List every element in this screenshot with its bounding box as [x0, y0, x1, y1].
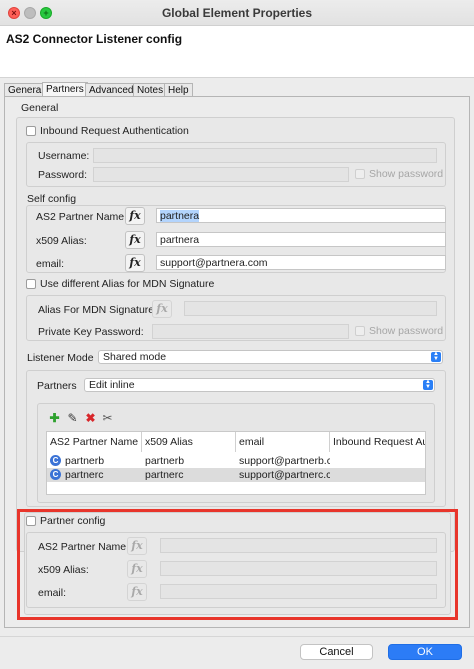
column-header-email[interactable]: email: [236, 432, 330, 452]
self-partner-name-field[interactable]: partnera: [156, 208, 446, 223]
username-label: Username:: [38, 150, 90, 162]
private-key-password-field[interactable]: [152, 324, 349, 339]
use-different-alias-checkbox[interactable]: [26, 279, 36, 289]
cancel-button[interactable]: Cancel: [300, 644, 373, 660]
ok-button[interactable]: OK: [388, 644, 462, 660]
listener-mode-dropdown-icon[interactable]: ▲ ▼: [431, 351, 441, 362]
tab-advanced[interactable]: Advanced: [85, 83, 138, 97]
password-field[interactable]: [93, 167, 349, 182]
table-cell-alias: partnerc: [145, 469, 184, 481]
tools-icon[interactable]: ✂: [101, 412, 114, 425]
password-label: Password:: [38, 169, 88, 181]
table-row[interactable]: C partnerb partnerb support@partnerb.com: [47, 454, 425, 468]
dialog-header-title: AS2 Connector Listener config: [6, 32, 183, 46]
table-row[interactable]: C partnerc partnerc support@partnerc.com: [47, 468, 425, 482]
self-x509-alias-field[interactable]: partnera: [156, 232, 446, 247]
use-different-alias-label: Use different Alias for MDN Signature: [40, 278, 215, 290]
partner-row-icon: C: [50, 455, 61, 466]
inbound-auth-checkbox[interactable]: [26, 126, 36, 136]
window-title: Global Element Properties: [161, 6, 313, 20]
partners-label: Partners: [37, 380, 77, 392]
show-password-label: Show password: [369, 168, 444, 180]
table-cell-alias: partnerb: [145, 455, 185, 467]
self-email-label: email:: [36, 258, 65, 270]
column-header-x509-alias[interactable]: x509 Alias: [142, 432, 236, 452]
partners-table: AS2 Partner Name x509 Alias email Inboun…: [46, 431, 426, 495]
column-header-partner-name[interactable]: AS2 Partner Name: [47, 432, 142, 452]
self-email-fx-button[interactable]: fx: [125, 254, 145, 272]
partners-value: Edit inline: [89, 379, 135, 391]
listener-mode-select[interactable]: Shared mode: [98, 350, 443, 364]
delete-icon[interactable]: ✖: [84, 412, 97, 425]
mdn-show-password-label: Show password: [369, 325, 444, 337]
column-header-inbound-auth[interactable]: Inbound Request Auth: [330, 432, 425, 452]
add-icon[interactable]: ✚: [48, 412, 61, 425]
tab-partners[interactable]: Partners: [42, 82, 88, 97]
tab-notes[interactable]: Notes: [133, 83, 168, 97]
username-field[interactable]: [93, 148, 437, 163]
mdn-alias-field[interactable]: [184, 301, 437, 316]
listener-mode-value: Shared mode: [103, 351, 167, 363]
self-partner-name-fx-button[interactable]: fx: [125, 207, 145, 225]
self-partner-name-value: partnera: [160, 210, 200, 222]
tab-help[interactable]: Help: [164, 83, 193, 97]
partner-row-icon: C: [50, 469, 61, 480]
edit-icon[interactable]: ✎: [66, 412, 79, 425]
mdn-alias-fx-button[interactable]: fx: [152, 300, 172, 318]
self-x509-fx-button[interactable]: fx: [125, 231, 145, 249]
partners-dropdown-icon[interactable]: ▲ ▼: [423, 379, 433, 390]
self-config-label: Self config: [27, 193, 77, 205]
self-x509-alias-label: x509 Alias:: [36, 235, 87, 247]
mdn-show-password-checkbox[interactable]: [355, 326, 365, 336]
table-cell-name: partnerc: [65, 469, 104, 481]
self-email-field[interactable]: support@partnera.com: [156, 255, 446, 270]
general-section-label: General: [21, 102, 59, 114]
table-cell-email: support@partnerb.com: [239, 455, 330, 467]
inbound-auth-label: Inbound Request Authentication: [40, 125, 189, 137]
partners-select[interactable]: Edit inline: [84, 378, 435, 392]
self-partner-name-label: AS2 Partner Name:: [36, 211, 128, 223]
highlight-box: [17, 509, 458, 620]
table-cell-name: partnerb: [65, 455, 105, 467]
footer-divider: [0, 636, 474, 637]
listener-mode-label: Listener Mode: [27, 352, 94, 364]
private-key-password-label: Private Key Password:: [38, 326, 144, 338]
table-cell-email: support@partnerc.com: [239, 469, 330, 481]
mdn-alias-label: Alias For MDN Signature:: [38, 304, 158, 316]
show-password-checkbox[interactable]: [355, 169, 365, 179]
